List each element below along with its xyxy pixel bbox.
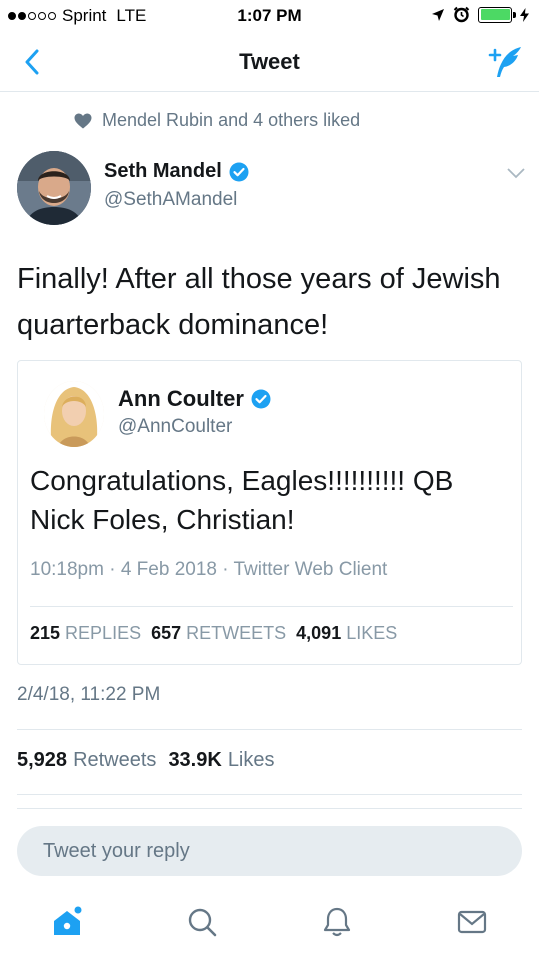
quoted-tweet-stats: 215 REPLIES 657 RETWEETS 4,091 LIKES — [30, 623, 397, 644]
retweets-stat[interactable]: 5,928 Retweets — [17, 749, 156, 772]
tab-search[interactable] — [180, 900, 224, 944]
home-icon — [54, 906, 82, 935]
quoted-tweet-card[interactable]: Ann Coulter @AnnCoulter Congratulations,… — [17, 360, 522, 665]
divider — [17, 808, 522, 809]
charging-bolt-icon — [520, 7, 529, 22]
author-avatar-image — [17, 151, 91, 225]
quoted-tweet-text: Congratulations, Eagles!!!!!!!!!! QB Nic… — [30, 465, 454, 535]
chevron-down-icon — [507, 168, 525, 179]
quoted-retweets-count: 657 — [151, 623, 182, 643]
verified-badge-icon — [229, 162, 249, 181]
retweets-label: Retweets — [73, 749, 157, 771]
quoted-likes-stat[interactable]: 4,091 LIKES — [296, 623, 397, 644]
battery-icon — [478, 6, 516, 23]
verified-badge-icon — [251, 389, 271, 409]
liked-by-text: Mendel Rubin and 4 others liked — [102, 110, 361, 130]
status-right — [431, 6, 529, 23]
tab-bar — [0, 892, 539, 960]
retweets-count: 5,928 — [17, 749, 68, 771]
quoted-author-avatar[interactable] — [44, 381, 104, 447]
tab-notifications[interactable] — [315, 900, 359, 944]
quoted-retweets-stat[interactable]: 657 RETWEETS — [151, 623, 286, 644]
compose-tweet-icon — [488, 47, 521, 77]
tweet-text: Finally! After all those years of Jewish… — [17, 263, 501, 341]
quoted-replies-stat[interactable]: 215 REPLIES — [30, 623, 141, 644]
quoted-author-avatar-image — [44, 381, 104, 447]
navigation-bar: Tweet — [0, 34, 539, 92]
quoted-likes-label: LIKES — [346, 623, 398, 643]
quoted-retweets-label: RETWEETS — [186, 623, 287, 643]
tab-home[interactable] — [45, 900, 89, 944]
quoted-replies-count: 215 — [30, 623, 61, 643]
messages-icon — [457, 910, 487, 934]
author-avatar[interactable] — [17, 151, 91, 225]
quoted-author-name[interactable]: Ann Coulter — [118, 386, 271, 412]
search-icon — [188, 908, 217, 937]
reply-input[interactable] — [17, 826, 522, 876]
quoted-likes-count: 4,091 — [296, 623, 342, 643]
likes-count: 33.9K — [168, 749, 222, 771]
divider — [17, 729, 522, 730]
quoted-author-handle[interactable]: @AnnCoulter — [118, 416, 232, 438]
tweet-options-button[interactable] — [507, 166, 525, 184]
page-title: Tweet — [239, 49, 300, 74]
author-name-text: Seth Mandel — [104, 160, 222, 182]
divider — [30, 606, 513, 607]
quoted-tweet-meta: 10:18pm · 4 Feb 2018 · Twitter Web Clien… — [30, 559, 388, 580]
heart-icon — [74, 113, 92, 128]
tab-messages[interactable] — [450, 900, 494, 944]
battery-level — [480, 9, 510, 20]
alarm-clock-icon — [453, 6, 470, 23]
location-arrow-icon — [432, 8, 444, 21]
quoted-author-name-text: Ann Coulter — [118, 386, 244, 411]
tweet-stats: 5,928 Retweets 33.9K Likes — [17, 749, 275, 772]
compose-tweet-button[interactable] — [485, 42, 525, 82]
quoted-replies-label: REPLIES — [65, 623, 142, 643]
notifications-icon — [323, 907, 351, 937]
author-name[interactable]: Seth Mandel — [104, 160, 249, 183]
status-bar: Sprint LTE 1:07 PM — [0, 0, 539, 34]
tweet-timestamp: 2/4/18, 11:22 PM — [17, 684, 161, 705]
liked-by-context: Mendel Rubin and 4 others liked — [74, 110, 360, 131]
author-handle[interactable]: @SethAMandel — [104, 189, 237, 211]
divider — [17, 794, 522, 795]
reply-box[interactable] — [17, 826, 522, 876]
likes-stat[interactable]: 33.9K Likes — [168, 749, 274, 772]
likes-label: Likes — [227, 749, 275, 771]
